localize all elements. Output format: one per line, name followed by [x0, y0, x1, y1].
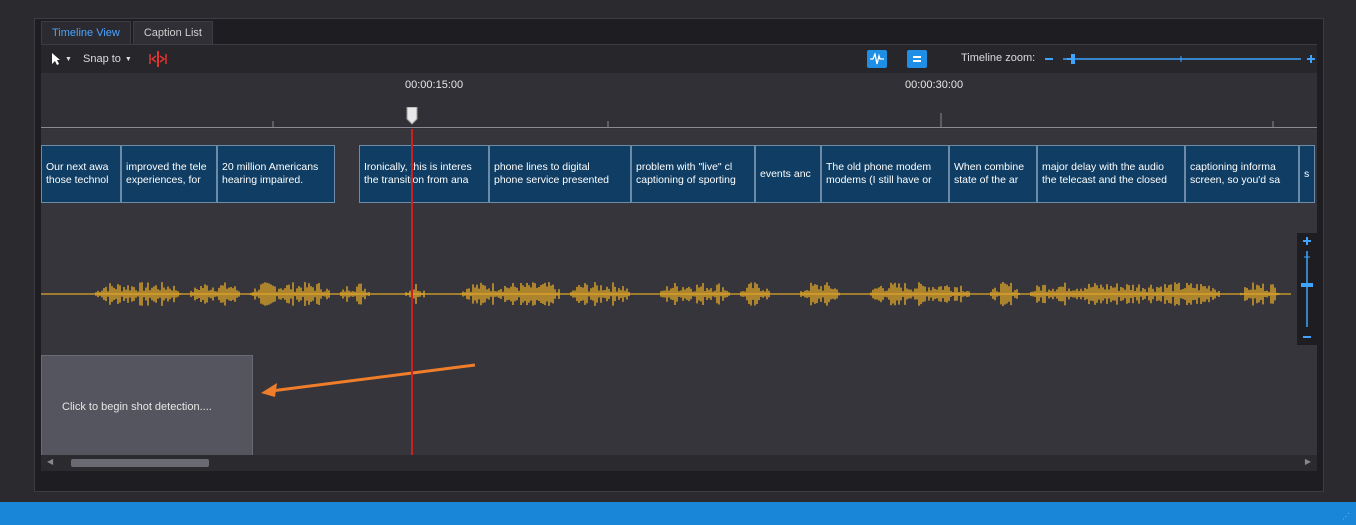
audio-waveform[interactable]	[41, 269, 1291, 319]
split-button[interactable]	[149, 51, 167, 67]
caption-block[interactable]: major delay with the audio the telecast …	[1037, 145, 1185, 203]
time-ruler[interactable]: 00:00:15:00 00:00:30:00	[41, 73, 1317, 129]
caption-block[interactable]: improved the tele experiences, for	[121, 145, 217, 203]
timeline-toolbar: ▼ Snap to ▼ Timeline zoom:	[41, 44, 1317, 73]
vertical-zoom-slider[interactable]	[1297, 233, 1317, 345]
playhead-line[interactable]	[411, 129, 413, 455]
scrollbar-thumb[interactable]	[71, 459, 209, 467]
scroll-left-icon[interactable]: ◀	[47, 457, 53, 466]
caption-block[interactable]: 20 million Americans hearing impaired.	[217, 145, 335, 203]
resize-grip-icon[interactable]: ⋰	[1342, 512, 1350, 521]
chevron-down-icon: ▼	[124, 55, 132, 63]
timeline-zoom-slider[interactable]	[1045, 53, 1321, 65]
zoom-in-icon	[1307, 55, 1315, 63]
tab-caption-list[interactable]: Caption List	[132, 21, 213, 44]
caption-block[interactable]: captioning informa screen, so you'd sa	[1185, 145, 1299, 203]
horizontal-scrollbar[interactable]: ◀ ▶	[41, 455, 1317, 471]
chevron-down-icon: ▼	[65, 55, 72, 63]
waveform-icon	[870, 53, 884, 65]
playhead-handle[interactable]	[406, 107, 418, 125]
waveform-toggle-button[interactable]	[867, 50, 887, 68]
ruler-ticks	[272, 113, 1274, 127]
split-clip-icon	[149, 51, 167, 67]
cursor-arrow-icon	[52, 53, 60, 65]
shot-detection-button[interactable]: Click to begin shot detection....	[41, 355, 253, 459]
caption-block[interactable]: events anc	[755, 145, 821, 203]
scroll-right-icon[interactable]: ▶	[1305, 457, 1311, 466]
caption-block[interactable]: Our next awa those technol	[41, 145, 121, 203]
vertical-zoom-thumb	[1301, 283, 1313, 287]
snap-to-label: Snap to	[83, 53, 121, 65]
caption-block[interactable]: The old phone modem modems (I still have…	[821, 145, 949, 203]
timeline-zoom-label: Timeline zoom:	[961, 52, 1036, 64]
caption-block[interactable]: s	[1299, 145, 1315, 203]
caption-block[interactable]: Ironically, this is interes the transiti…	[359, 145, 489, 203]
snap-to-dropdown[interactable]: Snap to ▼	[83, 51, 132, 67]
timeline-tracks: Our next awa those technol improved the …	[41, 129, 1317, 459]
caption-block[interactable]: When combine state of the ar	[949, 145, 1037, 203]
caption-toggle-button[interactable]	[907, 50, 927, 68]
view-tabs: Timeline View Caption List	[41, 21, 213, 44]
annotation-arrow	[261, 363, 476, 397]
pointer-tool-dropdown[interactable]: ▼	[51, 51, 72, 67]
zoom-slider-thumb	[1071, 54, 1075, 64]
caption-block[interactable]: phone lines to digital phone service pre…	[489, 145, 631, 203]
timeline-panel: Timeline View Caption List ▼ Snap to ▼ T…	[34, 18, 1324, 492]
ruler-baseline	[41, 127, 1317, 128]
caption-toggle-icon	[913, 56, 921, 62]
zoom-in-icon	[1303, 237, 1311, 245]
tab-timeline-view[interactable]: Timeline View	[41, 21, 131, 44]
status-bar: ⋰	[0, 502, 1356, 525]
caption-block[interactable]: problem with "live" cl captioning of spo…	[631, 145, 755, 203]
